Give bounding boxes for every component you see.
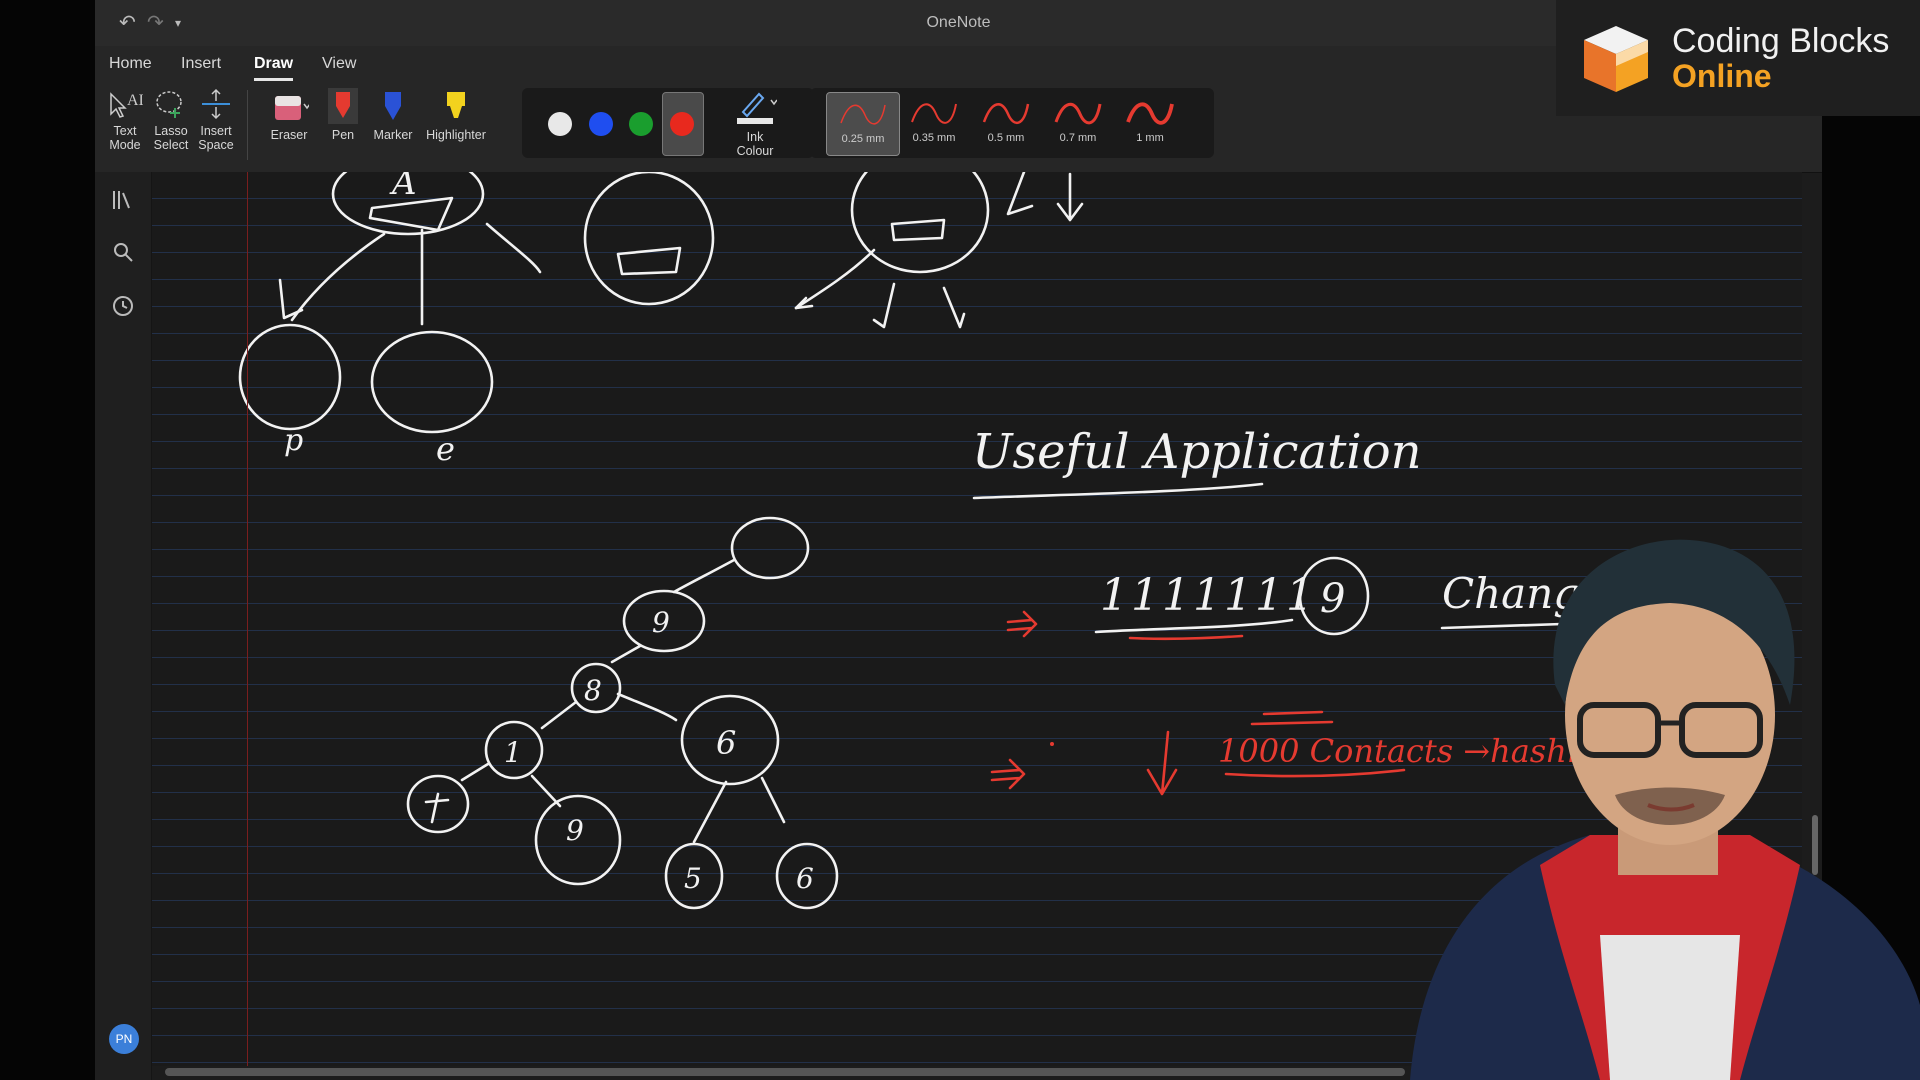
pen-stroke-preview-icon	[982, 103, 1030, 125]
horizontal-scrollbar[interactable]	[165, 1068, 1405, 1076]
tree-node-6: 6	[716, 724, 736, 762]
trie-leaf-label-e: e	[436, 430, 455, 468]
insert-space-icon	[202, 88, 230, 120]
highlighter-label: Highlighter	[426, 128, 486, 142]
brand-name: Coding Blocks	[1672, 22, 1890, 60]
marker-icon	[385, 92, 401, 120]
brand-sub: Online	[1672, 58, 1772, 94]
eraser-button[interactable]: Eraser	[265, 88, 313, 142]
text-mode-label-2: Mode	[109, 138, 141, 152]
middle-node-sketch	[583, 172, 715, 306]
tree-node-1: 1	[504, 736, 522, 769]
pen-size-label: 0.25 mm	[841, 133, 885, 145]
trie-sketch-top-left: A p e	[238, 172, 542, 468]
tab-draw[interactable]: Draw	[254, 55, 294, 81]
pen-size-1[interactable]: 1 mm	[1114, 92, 1186, 154]
user-avatar[interactable]: PN	[109, 1024, 139, 1054]
pen-icon	[328, 88, 358, 124]
svg-text:AI: AI	[127, 92, 143, 109]
color-blue-swatch[interactable]	[589, 112, 613, 136]
ink-colour-icon	[737, 92, 777, 124]
ink-color-palette: Ink Colour	[522, 88, 814, 158]
pen-size-05[interactable]: 0.5 mm	[970, 92, 1042, 154]
useful-application-heading: Useful Application	[972, 424, 1422, 500]
color-green-swatch[interactable]	[629, 112, 653, 136]
lasso-icon	[156, 91, 182, 118]
color-red-swatch[interactable]	[670, 112, 694, 136]
right-node-sketch	[794, 172, 1084, 329]
pen-size-025[interactable]: 0.25 mm	[826, 92, 900, 156]
digits-text: 1111111	[1100, 570, 1317, 621]
tree-node-5: 5	[684, 862, 702, 895]
pen-stroke-preview-icon	[840, 104, 886, 125]
tab-home[interactable]: Home	[109, 55, 152, 78]
pen-stroke-preview-icon	[1126, 102, 1174, 125]
notes-heading: Useful Application	[972, 424, 1422, 480]
pen-size-label: 1 mm	[1136, 132, 1164, 144]
binary-tree-sketch: 9 8 1 6 9 5 6	[406, 516, 839, 910]
ink-colour-label-2: Colour	[736, 144, 774, 158]
text-mode-label-1: Text	[113, 124, 137, 138]
pen-size-035[interactable]: 0.35 mm	[898, 92, 970, 154]
text-mode-button[interactable]: AI Text Mode	[105, 88, 145, 152]
pen-size-label: 0.35 mm	[912, 132, 956, 144]
left-navigation-rail: PN	[95, 172, 152, 1080]
coding-blocks-logo: Coding Blocks Online	[1556, 0, 1920, 116]
eraser-icon	[275, 96, 309, 120]
pen-size-label: 0.7 mm	[1059, 132, 1097, 144]
tree-node-9b: 9	[566, 814, 584, 847]
ink-colour-label-1: Ink	[746, 130, 764, 144]
tree-node-6b: 6	[796, 862, 814, 895]
presenter-shirt	[1600, 935, 1740, 1080]
pen-size-gallery: 0.25 mm 0.35 mm 0.5 mm 0.7 mm 1 mm	[810, 88, 1214, 158]
tree-node-8: 8	[584, 674, 602, 707]
eraser-label: Eraser	[270, 128, 308, 142]
text-mode-icon: AI	[110, 92, 143, 118]
pen-label: Pen	[331, 128, 355, 142]
presenter-webcam	[1410, 539, 1920, 1080]
pen-size-07[interactable]: 0.7 mm	[1042, 92, 1114, 154]
pen-stroke-preview-icon	[911, 103, 957, 124]
lasso-select-button[interactable]: Lasso Select	[150, 88, 192, 152]
insert-space-button[interactable]: Insert Space	[195, 88, 237, 152]
marker-button[interactable]: Marker	[373, 88, 413, 142]
highlighter-icon	[447, 92, 465, 118]
recent-clock-icon[interactable]	[111, 294, 135, 318]
trie-leaf-label-p: p	[284, 423, 303, 458]
color-white-swatch[interactable]	[548, 112, 572, 136]
pen-size-label: 0.5 mm	[987, 132, 1025, 144]
search-icon[interactable]	[111, 240, 135, 264]
circled-digit: 9	[1320, 576, 1345, 622]
tab-insert[interactable]: Insert	[181, 55, 221, 78]
lasso-label-1: Lasso	[154, 124, 188, 138]
ink-colour-button[interactable]: Ink Colour	[730, 88, 780, 158]
tab-view[interactable]: View	[322, 55, 356, 78]
insert-space-label-1: Insert	[200, 124, 232, 138]
insert-space-label-2: Space	[198, 138, 234, 152]
trie-node-label-a: A	[389, 172, 417, 203]
pen-stroke-preview-icon	[1054, 103, 1102, 125]
pen-button[interactable]: Pen	[325, 88, 361, 142]
tree-node-9: 9	[652, 606, 670, 639]
marker-label: Marker	[373, 128, 413, 142]
logo-cube-icon	[1584, 26, 1648, 92]
highlighter-button[interactable]: Highlighter	[421, 88, 491, 142]
notebooks-icon[interactable]	[111, 188, 135, 212]
page-margin-line	[247, 172, 248, 1066]
lasso-label-2: Select	[153, 138, 189, 152]
ribbon-divider	[247, 90, 248, 160]
